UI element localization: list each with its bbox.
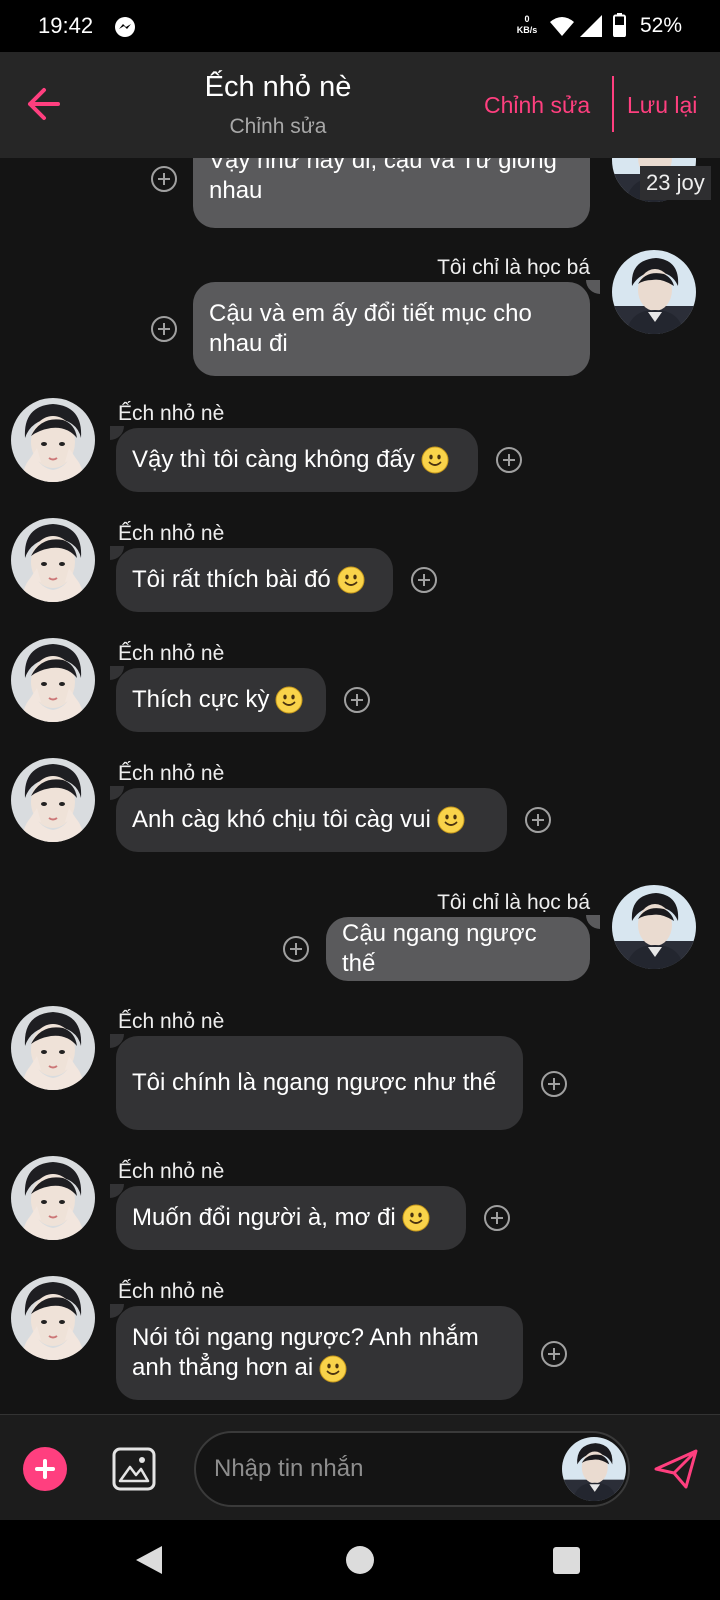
slightly-smiling-emoji — [275, 686, 303, 714]
battery-icon — [613, 13, 626, 37]
message-input-container — [194, 1431, 630, 1507]
message-row: Ếch nhỏ nè Vậy thì tôi càng không đấy — [0, 398, 720, 494]
message-row: Ếch nhỏ nè Thích cực kỳ — [0, 638, 720, 734]
message-bubble[interactable]: Cậu và em ấy đổi tiết mục cho nhau đi — [193, 282, 590, 376]
message-bubble[interactable]: Cậu ngang ngược thế — [326, 917, 590, 981]
message-row: Vậy như này đi, cậu và Tư giống nhau — [0, 158, 720, 228]
net-speed: 0 KB/s — [514, 14, 540, 36]
message-text: Tôi rất thích bài đó — [132, 566, 331, 593]
net-speed-unit: KB/s — [516, 25, 538, 35]
add-icon[interactable] — [23, 1447, 67, 1491]
image-icon[interactable] — [112, 1447, 156, 1491]
message-bubble[interactable]: Thích cực kỳ — [116, 668, 326, 732]
message-row: Ếch nhỏ nè Anh càg khó chịu tôi càg vui — [0, 758, 720, 854]
message-row: Ếch nhỏ nè Tôi rất thích bài đó — [0, 518, 720, 614]
add-reaction-icon[interactable] — [283, 936, 309, 962]
message-bubble[interactable]: Tôi chính là ngang ngược như thế — [116, 1036, 523, 1130]
sender-avatar-picker[interactable] — [562, 1437, 626, 1501]
send-icon[interactable] — [654, 1449, 698, 1489]
message-input[interactable] — [214, 1451, 544, 1487]
wifi-icon — [550, 17, 574, 36]
nav-home-icon[interactable] — [346, 1546, 374, 1574]
add-reaction-icon[interactable] — [344, 687, 370, 713]
status-time: 19:42 — [38, 13, 94, 38]
bubble-tail — [586, 915, 600, 929]
message-bubble[interactable]: Nói tôi ngang ngược? Anh nhắm anh thẳng … — [116, 1306, 523, 1400]
message-text-content: Nói tôi ngang ngược? Anh nhắm anh thẳng … — [132, 1324, 479, 1381]
header-divider — [612, 76, 614, 132]
sender-name: Ếch nhỏ nè — [118, 762, 225, 785]
edit-button[interactable]: Chỉnh sửa — [484, 92, 590, 119]
message-composer — [0, 1414, 720, 1520]
slightly-smiling-emoji — [437, 806, 465, 834]
avatar[interactable] — [11, 518, 95, 602]
message-text: Tôi chính là ngang ngược như thế — [132, 1069, 497, 1096]
sender-name: Tôi chỉ là học bá — [437, 256, 590, 279]
add-reaction-icon[interactable] — [541, 1341, 567, 1367]
add-reaction-icon[interactable] — [484, 1205, 510, 1231]
message-bubble[interactable]: Vậy như này đi, cậu và Tư giống nhau — [193, 158, 590, 228]
chat-area[interactable]: Vậy như này đi, cậu và Tư giống nhau 23 … — [0, 158, 720, 1414]
add-reaction-icon[interactable] — [541, 1071, 567, 1097]
message-text: Muốn đổi người à, mơ đi — [132, 1204, 396, 1231]
avatar[interactable] — [11, 638, 95, 722]
save-button[interactable]: Lưu lại — [627, 92, 697, 119]
message-text: Nói tôi ngang ngược? Anh nhắm anh thẳng … — [132, 1323, 507, 1383]
navigation-bar — [0, 1520, 720, 1600]
net-speed-value: 0 — [524, 14, 530, 24]
avatar[interactable] — [11, 1156, 95, 1240]
slightly-smiling-emoji — [337, 566, 365, 594]
message-row: Ếch nhỏ nè Tôi chính là ngang ngược như … — [0, 1006, 720, 1132]
avatar[interactable] — [11, 1276, 95, 1360]
message-row: Tôi chỉ là học bá Cậu và em ấy đổi tiết … — [0, 250, 720, 380]
message-row: Tôi chỉ là học bá Cậu ngang ngược thế — [0, 885, 720, 995]
signal-icon — [580, 15, 602, 37]
message-text: Thích cực kỳ — [132, 686, 270, 713]
bubble-tail — [586, 280, 600, 294]
messenger-icon — [115, 17, 135, 37]
message-bubble[interactable]: Tôi rất thích bài đó — [116, 548, 393, 612]
message-bubble[interactable]: Anh càg khó chịu tôi càg vui — [116, 788, 507, 852]
message-text: Vậy như này đi, cậu và Tư giống nhau — [209, 158, 557, 204]
nav-back-icon[interactable] — [134, 1544, 164, 1576]
message-text: Cậu và em ấy đổi tiết mục cho nhau đi — [209, 300, 532, 357]
nav-recent-icon[interactable] — [553, 1547, 580, 1574]
chat-title: Ếch nhỏ nè — [204, 71, 352, 103]
avatar[interactable] — [11, 398, 95, 482]
message-bubble[interactable]: Muốn đổi người à, mơ đi — [116, 1186, 466, 1250]
add-reaction-icon[interactable] — [151, 316, 177, 342]
slightly-smiling-emoji — [421, 446, 449, 474]
chat-header: Ếch nhỏ nè Chỉnh sửa Chỉnh sửa Lưu lại — [0, 52, 720, 158]
sender-name: Ếch nhỏ nè — [118, 1010, 225, 1033]
sender-name: Tôi chỉ là học bá — [437, 891, 590, 914]
sender-name: Ếch nhỏ nè — [118, 1280, 225, 1303]
sender-name: Ếch nhỏ nè — [118, 522, 225, 545]
message-row: Ếch nhỏ nè Muốn đổi người à, mơ đi — [0, 1156, 720, 1252]
add-reaction-icon[interactable] — [496, 447, 522, 473]
sender-name: Ếch nhỏ nè — [118, 1160, 225, 1183]
chat-subtitle: Chỉnh sửa — [229, 115, 327, 138]
avatar[interactable] — [11, 1006, 95, 1090]
avatar[interactable] — [11, 758, 95, 842]
add-reaction-icon[interactable] — [411, 567, 437, 593]
sender-name: Ếch nhỏ nè — [118, 402, 225, 425]
add-reaction-icon[interactable] — [151, 166, 177, 192]
message-row: Ếch nhỏ nè Nói tôi ngang ngược? Anh nhắm… — [0, 1276, 720, 1402]
battery-percent: 52% — [640, 14, 683, 37]
avatar[interactable] — [612, 250, 696, 334]
slightly-smiling-emoji — [319, 1355, 347, 1383]
message-text: Anh càg khó chịu tôi càg vui — [132, 806, 431, 833]
message-bubble[interactable]: Vậy thì tôi càng không đấy — [116, 428, 478, 492]
sender-name: Ếch nhỏ nè — [118, 642, 225, 665]
slightly-smiling-emoji — [402, 1204, 430, 1232]
add-reaction-icon[interactable] — [525, 807, 551, 833]
message-text: Cậu ngang ngược thế — [342, 920, 537, 977]
avatar[interactable] — [612, 885, 696, 969]
status-bar: 19:42 0 KB/s 52% — [0, 0, 720, 52]
message-text: Vậy thì tôi càng không đấy — [132, 446, 415, 473]
top-badge: 23 joy — [640, 166, 711, 200]
